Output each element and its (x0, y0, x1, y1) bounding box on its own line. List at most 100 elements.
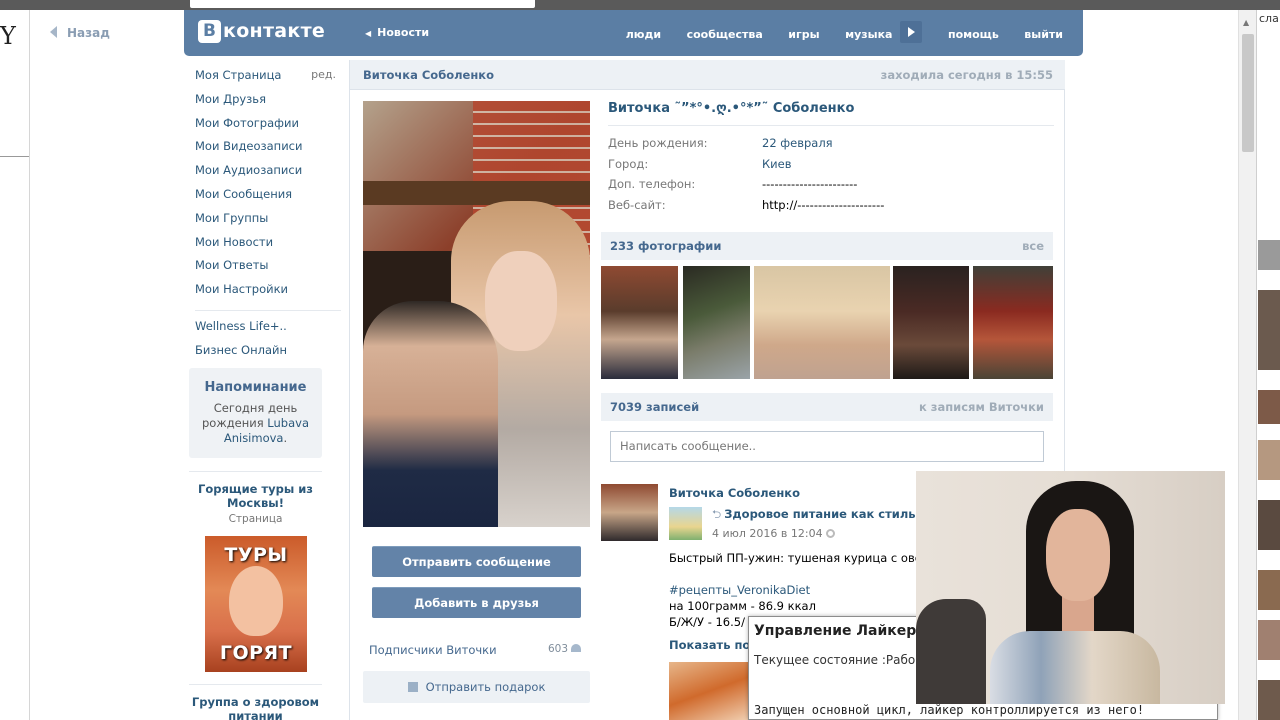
liker-state: Текущее состояние :Рабо (754, 653, 916, 667)
wall-owner-posts-link[interactable]: к записям Виточки (919, 400, 1044, 414)
add-friend-button[interactable]: Добавить в друзья (372, 587, 581, 618)
wall-post-input[interactable]: Написать сообщение.. (610, 431, 1044, 462)
play-icon[interactable] (900, 21, 923, 43)
nav-communities[interactable]: сообщества (687, 28, 763, 41)
news-link[interactable]: ◀ Новости (365, 26, 429, 39)
ad-image[interactable]: ТУРЫ ГОРЯТ (205, 536, 307, 672)
vk-header: Вконтакте ◀ Новости люди сообщества игры … (184, 10, 1083, 56)
photo-thumbnail[interactable] (601, 266, 678, 379)
post-author-name[interactable]: Виточка Соболенко (669, 486, 800, 500)
menu-item-label: Моя Страница (195, 68, 282, 82)
send-message-button[interactable]: Отправить сообщение (372, 546, 581, 577)
post-hashtag[interactable]: #рецепты_VeronikaDiet (669, 582, 933, 598)
gift-icon (407, 682, 418, 692)
info-key: Город: (608, 156, 649, 171)
menu-my-audio[interactable]: Мои Аудиозаписи (195, 163, 341, 187)
ad-title[interactable]: Горящие туры из Москвы! (189, 482, 322, 510)
wall-count-link[interactable]: 7039 записей (610, 400, 699, 414)
app-business[interactable]: Бизнес Онлайн (195, 343, 341, 367)
info-value-link[interactable]: Киев (762, 157, 792, 171)
menu-my-videos[interactable]: Мои Видеозаписи (195, 139, 341, 163)
profile-header-name: Виточка Соболенко (363, 68, 494, 82)
reminder-title: Напоминание (204, 380, 307, 395)
wall-header: 7039 записей к записям Виточки (601, 393, 1053, 421)
app-wellness[interactable]: Wellness Life+.. (195, 319, 341, 343)
liker-title: Управление Лайкер (754, 623, 917, 639)
subscribers-count-wrap: 603 (548, 643, 581, 655)
repost-icon: ⮌ (712, 507, 722, 521)
back-arrow-icon (50, 26, 57, 38)
ad-image-text-top: ТУРЫ (224, 544, 288, 566)
info-key: Доп. телефон: (608, 177, 696, 191)
ad-block-tours[interactable]: Горящие туры из Москвы! Страница (189, 471, 322, 525)
nav-games[interactable]: игры (788, 28, 819, 41)
gear-icon (825, 529, 835, 538)
menu-my-answers[interactable]: Мои Ответы (195, 258, 341, 282)
shared-group-link[interactable]: ⮌ Здоровое питание как стиль (712, 507, 916, 526)
menu-my-friends[interactable]: Мои Друзья (195, 92, 341, 116)
menu-my-messages[interactable]: Мои Сообщения (195, 187, 341, 211)
nav-logout[interactable]: выйти (1024, 28, 1063, 41)
photo-thumbnail[interactable] (893, 266, 969, 379)
info-value: ----------------------- (762, 177, 858, 191)
people-icon (571, 644, 581, 652)
last-seen: заходила сегодня в 15:55 (880, 68, 1053, 82)
post-image[interactable] (669, 662, 751, 720)
vk-logo[interactable]: Вконтакте (198, 20, 325, 43)
scroll-up-icon[interactable]: ▲ (1243, 18, 1249, 27)
shared-group-name: Здоровое питание как стиль (724, 507, 916, 521)
info-value-link[interactable]: 22 февраля (762, 136, 833, 150)
info-row-birthday: День рождения: 22 февраля (608, 136, 1054, 157)
info-row-website: Веб-сайт: http://--------------------- (608, 198, 1054, 219)
news-link-label: Новости (377, 26, 430, 39)
photos-all-link[interactable]: все (1022, 239, 1044, 253)
shared-group-avatar[interactable] (669, 507, 702, 540)
vk-logo-icon: В (198, 20, 221, 43)
reminder-period: . (283, 431, 288, 445)
menu-my-news[interactable]: Мои Новости (195, 235, 341, 259)
photos-header: 233 фотографии все (601, 232, 1053, 260)
liker-log: Запущен основной цикл, лайкер контроллир… (754, 703, 1145, 717)
pane-fragment: сла (1259, 12, 1279, 25)
info-key: День рождения: (608, 136, 708, 150)
post-author-avatar[interactable] (601, 484, 658, 541)
ad-block-health[interactable]: Группа о здоровом питании (189, 684, 322, 720)
photos-count-link[interactable]: 233 фотографии (610, 239, 721, 253)
nav-help[interactable]: помощь (948, 28, 999, 41)
nav-people[interactable]: люди (626, 28, 661, 41)
left-menu: Моя Страница ред. Мои Друзья Мои Фотогра… (195, 68, 341, 367)
send-gift-label: Отправить подарок (425, 680, 546, 694)
menu-divider (195, 309, 341, 311)
profile-photo[interactable] (363, 101, 590, 527)
back-link[interactable]: Назад (50, 26, 110, 40)
post-date[interactable]: 4 июл 2016 в 12:04 (712, 527, 835, 540)
photo-thumbnail[interactable] (754, 266, 890, 379)
scrollbar-thumb[interactable] (1242, 34, 1254, 152)
ad-image-text-bottom: ГОРЯТ (219, 642, 293, 664)
subscribers-count: 603 (547, 643, 568, 655)
chevron-left-icon: ◀ (365, 29, 372, 38)
menu-my-page[interactable]: Моя Страница ред. (195, 68, 341, 92)
nav-music[interactable]: музыка (845, 28, 892, 41)
address-bar[interactable] (190, 0, 535, 8)
menu-my-groups[interactable]: Мои Группы (195, 211, 341, 235)
menu-my-settings[interactable]: Мои Настройки (195, 282, 341, 306)
post-date-text: 4 июл 2016 в 12:04 (712, 527, 823, 540)
subscribers-link[interactable]: Подписчики Виточки 603 (369, 643, 581, 657)
ad-subtitle: Страница (228, 513, 283, 525)
profile-info: Виточка ˜”*°•.ღ.•°*”˜ Соболенко День рож… (608, 101, 1054, 218)
send-gift-button[interactable]: Отправить подарок (363, 671, 590, 703)
menu-my-photos[interactable]: Мои Фотографии (195, 116, 341, 140)
pane-letter: Y (0, 22, 16, 50)
browser-toolbar (0, 0, 1280, 10)
photo-thumbnail[interactable] (683, 266, 750, 379)
photo-thumbnail[interactable] (973, 266, 1053, 379)
page-scrollbar[interactable]: ▲ (1238, 10, 1256, 720)
edit-link[interactable]: ред. (311, 68, 336, 82)
info-value: http://--------------------- (762, 197, 885, 212)
post-line (669, 566, 933, 582)
post-line: Быстрый ПП-ужин: тушеная курица с овощ (669, 551, 933, 565)
reminder-body: Сегодня день рождения Lubava Anisimova. (189, 401, 322, 446)
pane-divider (0, 156, 29, 157)
show-full-link[interactable]: Показать по (669, 638, 750, 652)
